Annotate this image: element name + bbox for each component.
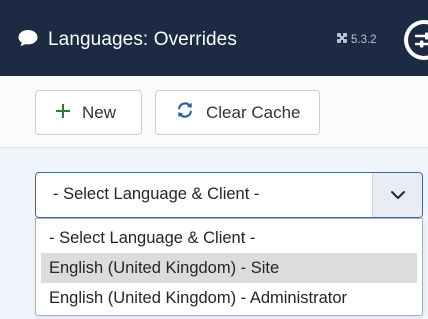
new-button[interactable]: New — [35, 90, 142, 135]
select-caret-button[interactable] — [372, 173, 422, 217]
version-badge: 5.3.2 — [336, 32, 377, 47]
refresh-icon — [176, 101, 194, 124]
page-title: Languages: Overrides — [48, 29, 237, 50]
app-header: Languages: Overrides 5.3.2 — [0, 0, 428, 76]
comment-icon — [17, 28, 39, 53]
language-client-select[interactable]: - Select Language & Client - — [35, 172, 423, 218]
chevron-down-icon — [390, 191, 405, 199]
option-english-uk-site[interactable]: English (United Kingdom) - Site — [41, 253, 417, 283]
joomla-logo-icon — [336, 32, 348, 47]
user-menu-toggle[interactable] — [404, 20, 428, 60]
select-options-list: - Select Language & Client - English (Un… — [35, 218, 423, 316]
toolbar: New Clear Cache — [0, 76, 428, 148]
plus-icon — [56, 103, 70, 123]
version-text: 5.3.2 — [351, 33, 377, 46]
sliders-icon — [414, 32, 428, 48]
page-title-group: Languages: Overrides — [17, 26, 237, 54]
option-select-language-client[interactable]: - Select Language & Client - — [41, 223, 417, 253]
option-english-uk-administrator[interactable]: English (United Kingdom) - Administrator — [41, 283, 417, 313]
toggle-inner — [408, 24, 428, 56]
clear-cache-label: Clear Cache — [206, 102, 301, 122]
select-current-value: - Select Language & Client - — [53, 185, 260, 203]
clear-cache-button[interactable]: Clear Cache — [155, 90, 320, 135]
new-button-label: New — [82, 102, 117, 122]
